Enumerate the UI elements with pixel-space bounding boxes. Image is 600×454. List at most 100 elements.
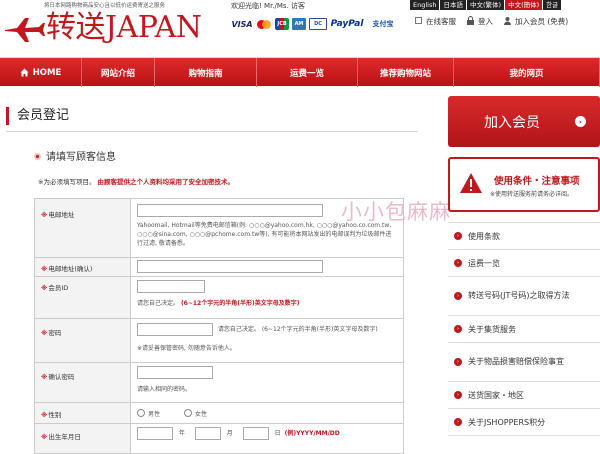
page-title: 会员登记 [6, 107, 69, 125]
arrow-right-icon: › [575, 116, 586, 127]
top-links: 在线客服 登入 加入会员 (免费) [414, 16, 568, 27]
nav-item[interactable]: 网站介绍 [82, 58, 155, 87]
nav-item-label: 网站介绍 [100, 68, 135, 79]
chevron-right-icon: › [454, 358, 462, 366]
amex-icon: AM [292, 18, 306, 30]
month-unit: 月 [226, 430, 233, 437]
member-id-input[interactable] [137, 280, 205, 293]
member-id-label: ※会员ID [35, 277, 131, 318]
language-option[interactable]: 中文(簡体) [505, 0, 543, 10]
language-option[interactable]: 한글 [543, 0, 562, 10]
sidebar-menu-item[interactable]: › 关于集货服务 [448, 316, 600, 343]
chevron-right-icon: › [454, 418, 462, 426]
email-confirm-label: ※电邮地址(确认) [35, 258, 131, 276]
language-option[interactable]: 日本語 [440, 0, 466, 10]
form-row-email-confirm: ※电邮地址(确认) [35, 258, 403, 277]
diners-icon: DC [309, 18, 327, 30]
welcome-text: 欢迎光临! Mr./Ms. 访客 [231, 2, 306, 10]
home-icon [20, 68, 29, 77]
sidebar-menu-item[interactable]: › 送货国家・地区 [448, 382, 600, 409]
sidebar-menu-label: 运费一览 [468, 258, 500, 268]
email-label: ※电邮地址 [35, 199, 131, 257]
password-confirm-hint: 请输入相同的密码。 [137, 386, 192, 393]
email-input[interactable] [137, 204, 323, 217]
nav-item[interactable]: 我的网页 [454, 58, 600, 87]
airplane-logo-icon[interactable] [3, 14, 45, 44]
terms-box[interactable]: 使用条件・注意事项 ※使用转送服务前请务必详阅。 [448, 157, 600, 212]
female-radio[interactable]: 女性 [183, 409, 207, 418]
sidebar-menu-label: 关于JSHOPPERS积分 [468, 417, 546, 427]
logo-text[interactable]: 转送JAPAN [46, 10, 202, 46]
form-row-birthdate: ※出生年月日 年 月 日 (例)YYYY/MM/DD [35, 424, 403, 454]
paypal-icon: PayPal [330, 19, 364, 29]
password-input[interactable] [137, 323, 213, 336]
chevron-right-icon: › [454, 232, 462, 240]
mastercard-icon [256, 18, 272, 30]
sidebar-menu-item[interactable]: › 关于物品损害赔偿保险事宜 [448, 343, 600, 382]
nav-item-label: 推荐购物网站 [379, 68, 431, 79]
sidebar-menu-item[interactable]: › 使用条款 [448, 223, 600, 250]
sidebar-menu-label: 送货国家・地区 [468, 390, 524, 400]
form-row-password-confirm: ※确认密码 请输入相同的密码。 [35, 363, 403, 403]
password-inline-hint: 请您自己决定。 (6~12个字元的半角(半形)英文字母及数字) [217, 326, 378, 333]
nav-item-label: HOME [32, 67, 62, 78]
sidebar-menu: › 使用条款 › 运费一览 › 转送号码(JT号码)之取得方法 › 关于集货服务 › 关于物品损害… [448, 222, 600, 436]
nav-item[interactable]: HOME [0, 58, 82, 87]
birth-day-input[interactable] [242, 427, 269, 440]
nav-item[interactable]: 运费一览 [257, 58, 358, 87]
form-row-member-id: ※会员ID 请您自己决定。 (6~12个字元的半角(半形)英文字母及数字) [35, 277, 403, 319]
terms-title: 使用条件・注意事项 [494, 176, 580, 187]
registration-form: ※电邮地址 Yahoomail, Hotmail等免费电邮信箱(例: ○○○@y… [34, 198, 404, 454]
nav-item-label: 购物指南 [188, 68, 223, 79]
language-option[interactable]: 中文(繁体) [466, 0, 505, 10]
gender-label: ※性别 [35, 403, 131, 423]
required-notice: ※为必须填写项目。 由顾客提供之个人资料均采用了安全加密技术。 [38, 176, 234, 186]
form-row-password: ※密码 请您自己决定。 (6~12个字元的半角(半形)英文字母及数字) ※请妥善… [35, 319, 403, 363]
year-unit: 年 [178, 430, 185, 437]
join-label: 加入会员 (免费) [515, 17, 569, 26]
language-switcher: English 日本語 中文(繁体) 中文(簡体) 한글 [409, 0, 562, 10]
lock-icon [466, 16, 475, 25]
user-icon [503, 16, 512, 25]
warning-icon [460, 173, 482, 193]
birth-month-input[interactable] [194, 427, 221, 440]
watermark: 小小包麻麻 [341, 200, 451, 224]
title-divider [6, 131, 418, 132]
date-format-hint: (例)YYYY/MM/DD [284, 430, 340, 437]
sidebar-menu-item[interactable]: › 运费一览 [448, 250, 600, 277]
nav-item-label: 运费一览 [289, 68, 324, 79]
sidebar-menu-label: 关于集货服务 [468, 324, 516, 334]
support-link[interactable]: 在线客服 [414, 16, 456, 27]
password-confirm-label: ※确认密码 [35, 363, 131, 402]
male-radio[interactable]: 男性 [137, 409, 160, 418]
site-header: 将日本网路购物商品安心且以低价运费寄送之服务 转送JAPAN 欢迎光临! Mr.… [0, 0, 600, 56]
language-option[interactable]: English [410, 0, 440, 10]
login-label: 登入 [478, 17, 493, 26]
chevron-right-icon: › [454, 259, 462, 267]
password-label: ※密码 [35, 319, 131, 362]
radio-circle [137, 409, 145, 417]
required-note: ※为必须填写项目。 [38, 178, 96, 186]
email-confirm-input[interactable] [137, 260, 323, 273]
bullet-icon [34, 153, 41, 160]
day-unit: 日 [274, 430, 281, 437]
nav-item[interactable]: 推荐购物网站 [358, 58, 454, 87]
join-link[interactable]: 加入会员 (免费) [503, 16, 568, 27]
nav-item[interactable]: 购物指南 [155, 58, 257, 87]
join-member-button[interactable]: 加入会员 › [448, 96, 600, 147]
payment-icons: VISA JCB AM DC PayPal 支付宝 [231, 16, 399, 32]
alipay-icon: 支付宝 [372, 20, 394, 28]
main-nav: HOME 网站介绍 购物指南 运费一览 推荐购物网站 我的网页 [0, 57, 600, 87]
terms-note: ※使用转送服务前请务必详阅。 [490, 191, 574, 198]
chevron-right-icon: › [454, 391, 462, 399]
member-id-hint: 请您自己决定。 (6~12个字元的半角(半形)英文字母及数字) [137, 300, 300, 307]
support-label: 在线客服 [426, 17, 456, 26]
login-link[interactable]: 登入 [466, 16, 493, 27]
sidebar-menu-item[interactable]: › 关于JSHOPPERS积分 [448, 409, 600, 436]
birth-year-input[interactable] [137, 427, 173, 440]
nav-item-label: 我的网页 [509, 68, 544, 79]
join-button-label: 加入会员 [484, 114, 540, 131]
password-confirm-input[interactable] [137, 366, 213, 379]
form-row-gender: ※性别 男性 女性 [35, 403, 403, 424]
sidebar-menu-item[interactable]: › 转送号码(JT号码)之取得方法 [448, 277, 600, 316]
